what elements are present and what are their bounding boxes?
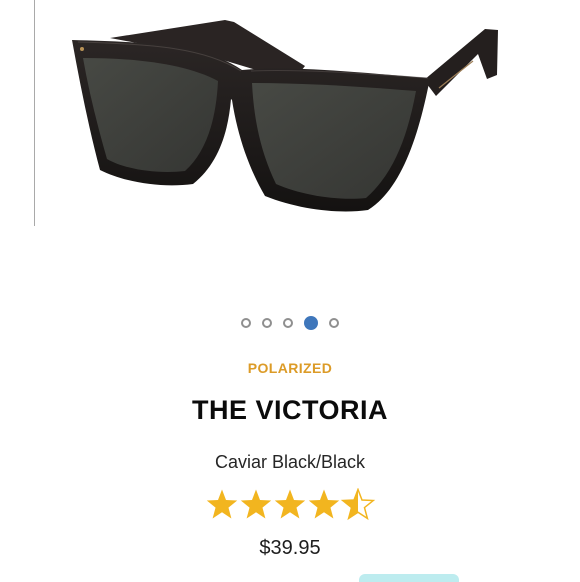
star-icon-2 <box>240 489 272 519</box>
product-color: Caviar Black/Black <box>214 452 366 472</box>
carousel-dot-5[interactable] <box>329 318 339 328</box>
add-to-cart-button-partial[interactable] <box>359 574 459 582</box>
carousel-pagination <box>0 316 580 330</box>
left-divider-line <box>34 0 35 226</box>
carousel-dot-4[interactable] <box>304 316 318 330</box>
rating-stars <box>206 488 376 521</box>
product-name: THE VICTORIA <box>191 395 388 425</box>
brand-dot <box>80 47 84 51</box>
polarized-tag: POLARIZED <box>247 360 333 376</box>
right-temple-arm <box>424 29 498 96</box>
carousel-dot-3[interactable] <box>283 318 293 328</box>
product-price: $39.95 <box>259 537 321 559</box>
carousel-dot-2[interactable] <box>262 318 272 328</box>
product-image-sunglasses[interactable] <box>60 20 510 245</box>
star-icon-4 <box>308 489 340 519</box>
star-icon-3 <box>274 489 306 519</box>
star-icon-1 <box>206 489 238 519</box>
carousel-dot-1[interactable] <box>241 318 251 328</box>
